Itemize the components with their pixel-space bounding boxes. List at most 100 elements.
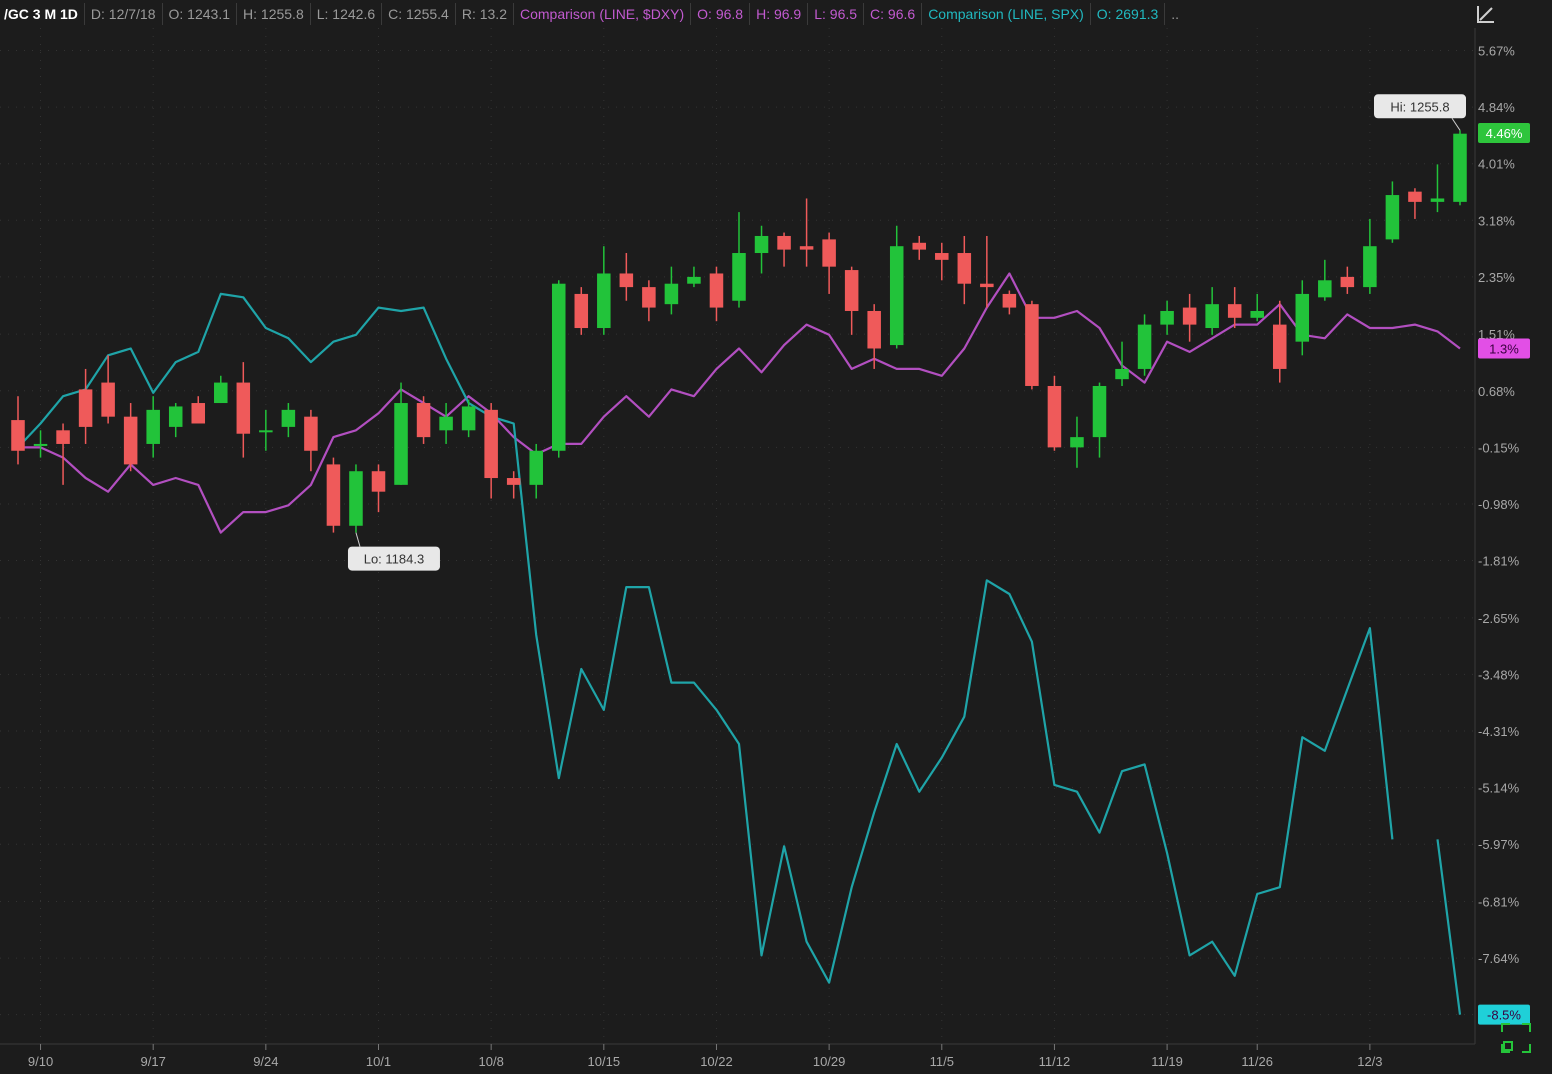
- candle-body: [1227, 304, 1242, 318]
- x-tick-label: 9/24: [253, 1054, 278, 1069]
- spx-comparison-label[interactable]: Comparison (LINE, SPX): [922, 3, 1091, 25]
- close-readout: C: 1255.4: [382, 3, 456, 25]
- candle-body: [844, 270, 859, 311]
- candle-body: [1408, 191, 1422, 202]
- x-tick-label: 9/17: [141, 1054, 166, 1069]
- y-tick-label: -0.15%: [1478, 440, 1520, 455]
- candle-body: [799, 246, 814, 250]
- candle-body: [11, 420, 25, 451]
- candle-body: [867, 310, 881, 349]
- candle-body: [1092, 385, 1107, 438]
- candle-body: [416, 403, 431, 438]
- y-tick-label: -5.97%: [1478, 837, 1520, 852]
- candle-body: [1453, 133, 1467, 202]
- more-readout: ..: [1171, 6, 1180, 22]
- candle-body: [394, 403, 408, 485]
- candle-body: [33, 443, 48, 446]
- candle-body: [1002, 293, 1017, 308]
- zoom-reset-icon[interactable]: [1500, 1022, 1532, 1054]
- candle-body: [191, 403, 206, 424]
- candle-body: [1318, 280, 1332, 298]
- candle-body: [439, 416, 453, 431]
- y-tick-label: 3.18%: [1478, 213, 1515, 228]
- candle-body: [912, 242, 927, 250]
- candle-body: [889, 246, 904, 346]
- candle-body: [957, 253, 972, 284]
- price-badge-label: 4.46%: [1486, 126, 1523, 141]
- candle-body: [597, 273, 611, 329]
- candle-body: [822, 239, 836, 267]
- low-readout: L: 1242.6: [311, 3, 383, 25]
- candle-body: [484, 409, 498, 479]
- y-tick-label: 5.67%: [1478, 44, 1515, 59]
- x-tick-label: 11/5: [930, 1054, 954, 1069]
- x-tick-label: 11/12: [1039, 1054, 1071, 1069]
- candle-body: [214, 382, 228, 404]
- candle-body: [506, 478, 521, 485]
- candle-body: [1295, 293, 1310, 342]
- spx-open-readout: O: 2691.3: [1091, 3, 1166, 25]
- dxy-close-readout: C: 96.6: [864, 3, 923, 25]
- y-tick-label: 4.84%: [1478, 100, 1515, 115]
- chart-root: 5.67% 4.84% 4.01% 3.18% 2.35% 1.51% 0.68% -0.15…: [0, 0, 1552, 1074]
- annotation-label: Lo: 1184.3: [364, 552, 424, 567]
- candle-body: [1160, 310, 1174, 325]
- candle-body: [529, 450, 543, 485]
- y-tick-label: -1.81%: [1478, 554, 1520, 569]
- dxy-comparison-label[interactable]: Comparison (LINE, $DXY): [514, 3, 692, 25]
- y-tick-label: -6.81%: [1478, 894, 1520, 909]
- y-tick-label: -5.14%: [1478, 781, 1520, 796]
- y-tick-label: 2.35%: [1478, 270, 1515, 285]
- candle-body: [619, 273, 634, 288]
- candle-body: [349, 471, 363, 526]
- open-readout: O: 1243.1: [163, 3, 238, 25]
- candle-body: [574, 293, 589, 329]
- x-tick-label: 10/8: [479, 1054, 504, 1069]
- candle-body: [1182, 307, 1197, 325]
- candle-body: [1115, 368, 1129, 380]
- price-chart[interactable]: 5.67%4.84%4.01%3.18%2.35%1.51%0.68%-0.15…: [0, 0, 1552, 1074]
- annotation-label: Hi: 1255.8: [1390, 99, 1449, 114]
- candle-body: [732, 253, 746, 301]
- price-badge-label: -8.5%: [1487, 1008, 1521, 1023]
- plot-area: [0, 28, 1475, 1044]
- candle-body: [1363, 246, 1377, 288]
- candle-body: [754, 235, 769, 254]
- candle-body: [1137, 324, 1152, 369]
- price-badge-label: 1.3%: [1489, 341, 1519, 356]
- candle-body: [1047, 385, 1062, 448]
- range-readout: R: 13.2: [456, 3, 514, 25]
- candle-body: [326, 464, 341, 526]
- candle-body: [371, 471, 386, 492]
- candle-body: [236, 382, 251, 434]
- candle-body: [687, 276, 701, 284]
- candle-body: [1385, 195, 1400, 240]
- symbol-label[interactable]: /GC 3 M 1D: [0, 3, 85, 25]
- candle-body: [1025, 304, 1039, 386]
- x-tick-label: 11/19: [1151, 1054, 1183, 1069]
- dxy-high-readout: H: 96.9: [750, 3, 809, 25]
- high-readout: H: 1255.8: [237, 3, 311, 25]
- dxy-open-readout: O: 96.8: [691, 3, 751, 25]
- x-tick-label: 10/29: [813, 1054, 846, 1069]
- candle-body: [642, 287, 656, 308]
- candle-body: [146, 409, 160, 444]
- x-tick-label: 10/15: [588, 1054, 621, 1069]
- y-tick-label: -2.65%: [1478, 611, 1520, 626]
- candle-body: [664, 283, 679, 305]
- x-tick-label: 11/26: [1241, 1054, 1273, 1069]
- y-tick-label: -3.48%: [1478, 667, 1520, 682]
- candle-body: [777, 235, 791, 250]
- y-tick-label: -0.98%: [1478, 497, 1520, 512]
- candle-body: [1250, 310, 1264, 318]
- candle-body: [461, 406, 476, 431]
- y-tick-label: 4.01%: [1478, 157, 1515, 172]
- collapse-icon[interactable]: [1474, 4, 1496, 26]
- candle-body: [123, 416, 138, 465]
- candle-body: [281, 409, 296, 427]
- candle-body: [259, 430, 273, 433]
- x-tick-label: 12/3: [1357, 1054, 1382, 1069]
- dxy-low-readout: L: 96.5: [808, 3, 865, 25]
- header-bar: /GC 3 M 1D D: 12/7/18 O: 1243.1 H: 1255.…: [0, 0, 1475, 28]
- candle-body: [56, 430, 70, 444]
